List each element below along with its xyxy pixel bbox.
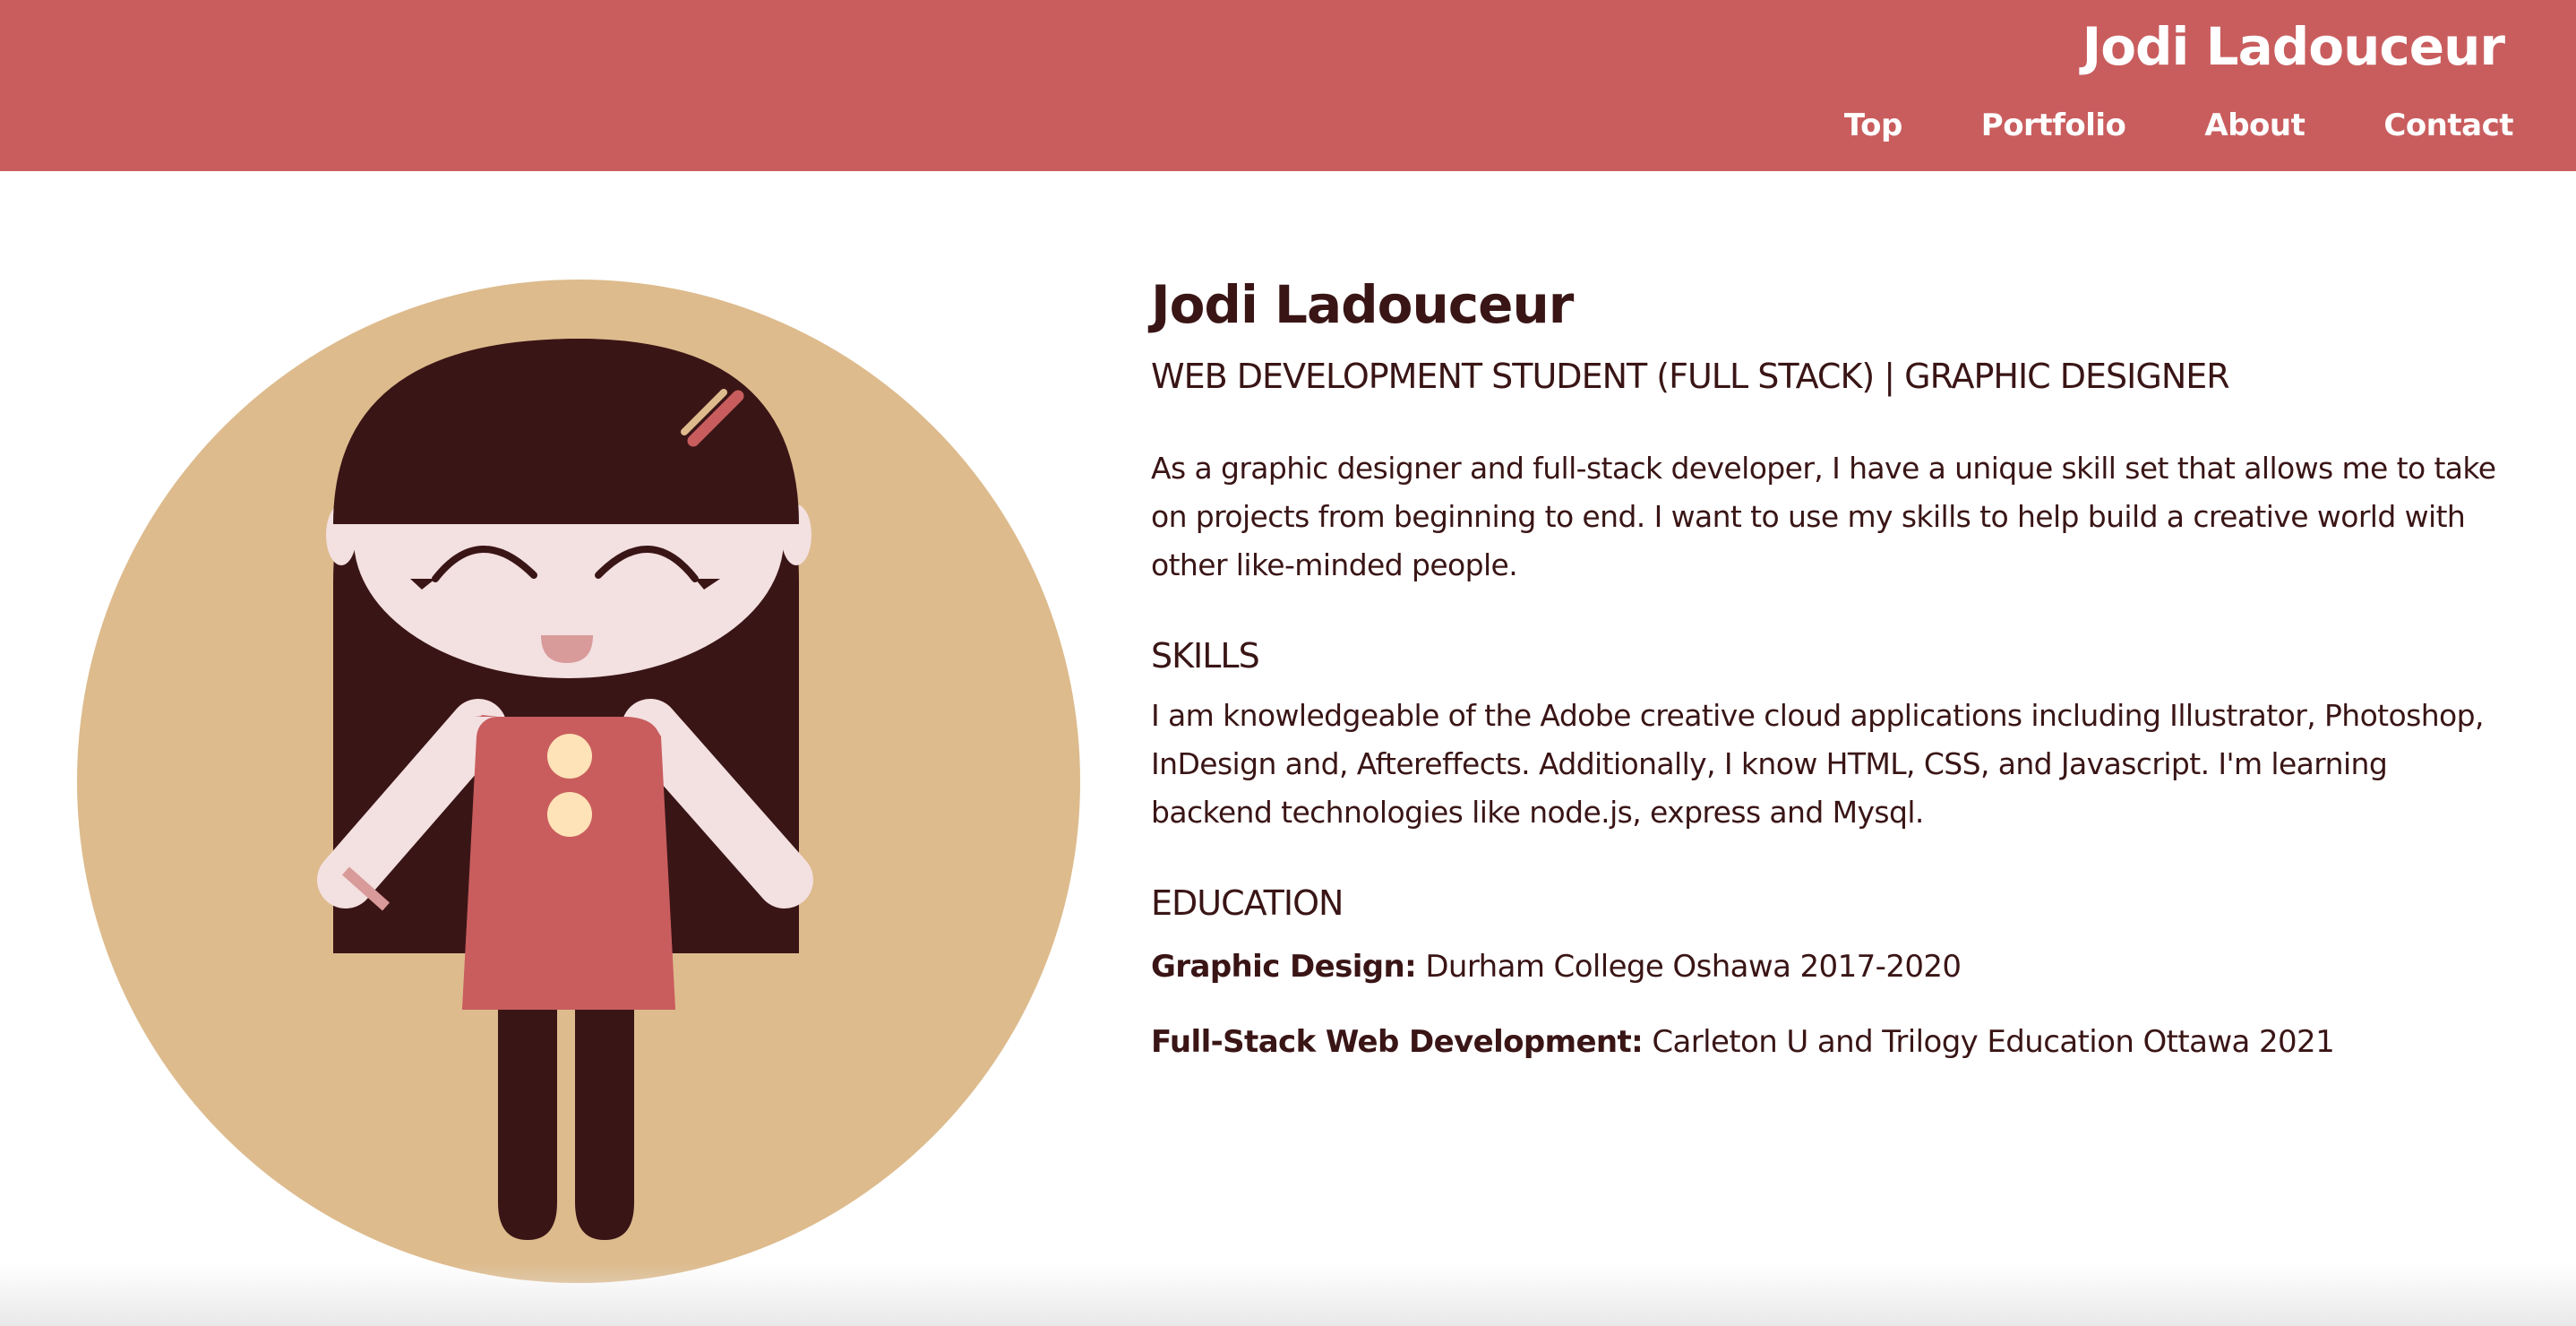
nav-link-portfolio[interactable]: Portfolio bbox=[1981, 108, 2126, 143]
site-title[interactable]: Jodi Ladouceur bbox=[2082, 16, 2505, 77]
nav-link-about[interactable]: About bbox=[2204, 108, 2305, 143]
education-item-detail: Durham College Oshawa 2017-2020 bbox=[1416, 949, 1962, 985]
education-item-label: Graphic Design: bbox=[1151, 949, 1417, 985]
skills-heading: SKILLS bbox=[1151, 636, 1260, 676]
page-bottom-shadow bbox=[0, 1263, 2576, 1326]
skills-paragraph: I am knowledgeable of the Adobe creative… bbox=[1151, 698, 2484, 830]
site-header: Jodi Ladouceur Top Portfolio About Conta… bbox=[0, 0, 2576, 171]
education-item-label: Full-Stack Web Development: bbox=[1151, 1024, 1644, 1060]
education-heading: EDUCATION bbox=[1151, 883, 1344, 923]
education-item: Full-Stack Web Development: Carleton U a… bbox=[1151, 1020, 2512, 1064]
profile-name: Jodi Ladouceur bbox=[1151, 274, 1574, 335]
profile-subtitle: WEB DEVELOPMENT STUDENT (FULL STACK) | G… bbox=[1151, 357, 2230, 396]
about-content: Jodi Ladouceur WEB DEVELOPMENT STUDENT (… bbox=[1151, 271, 2512, 1064]
education-item: Graphic Design: Durham College Oshawa 20… bbox=[1151, 944, 2512, 989]
nav-link-top[interactable]: Top bbox=[1844, 108, 1902, 143]
education-item-detail: Carleton U and Trilogy Education Ottawa … bbox=[1643, 1024, 2335, 1060]
girl-avatar-icon bbox=[77, 280, 1080, 1283]
main-nav: Top Portfolio About Contact bbox=[1844, 108, 2514, 143]
nav-link-contact[interactable]: Contact bbox=[2383, 108, 2513, 143]
intro-paragraph: As a graphic designer and full-stack dev… bbox=[1151, 451, 2496, 582]
avatar-illustration bbox=[77, 280, 1080, 1283]
